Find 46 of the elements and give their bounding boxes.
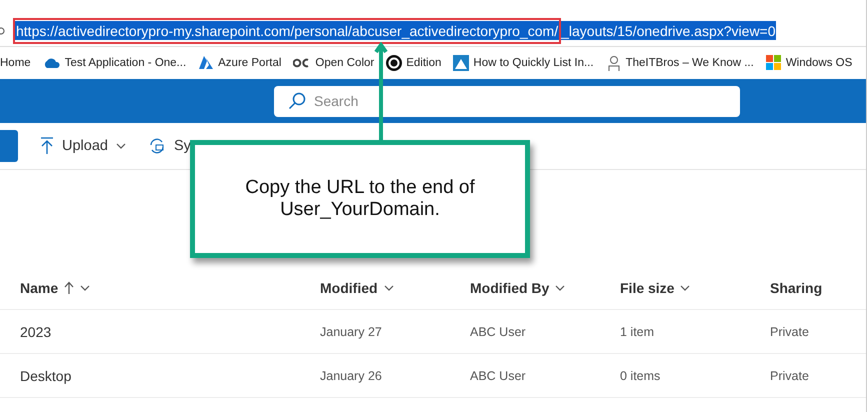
- windows-logo-icon: [766, 55, 782, 71]
- table-cell: Desktop: [20, 368, 72, 384]
- toolbar-button[interactable]: Upload: [40, 137, 126, 155]
- table-cell: ABC User: [470, 324, 526, 338]
- bookmark-link[interactable]: Test Application - One...: [64, 57, 186, 69]
- bookmark-link[interactable]: Open Color: [315, 57, 374, 69]
- triangle-logo-icon: [198, 56, 214, 70]
- sort-up-icon: [64, 280, 74, 294]
- url-text: https://activedirectorypro-my.sharepoint.com/personal/abcuser_activedirectorypro_com/ _layouts/15/onedrive.aspx?view=0: [13, 18, 776, 44]
- bookmark-link[interactable]: TheITBros – We Know ...: [626, 57, 754, 69]
- sync-icon: [148, 137, 166, 155]
- info-icon: [0, 27, 5, 35]
- callout-text: Copy the URL to the end of User_YourDomain.: [244, 177, 476, 221]
- column-header[interactable]: File size: [620, 280, 770, 296]
- table-cell: Private: [770, 368, 809, 382]
- bookmark-link[interactable]: Windows OS: [786, 57, 852, 69]
- search-icon: [288, 92, 306, 110]
- chevron-down-icon: [116, 143, 126, 149]
- bookmark-link[interactable]: Home: [0, 57, 31, 69]
- column-header[interactable]: Modified By: [470, 280, 620, 296]
- bookmark-link[interactable]: How to Quickly List In...: [473, 57, 594, 69]
- table-cell: January 27: [320, 324, 382, 338]
- ring-icon: [386, 55, 402, 71]
- bookmark-link[interactable]: Edition: [406, 57, 442, 69]
- new-button-edge[interactable]: [0, 130, 18, 162]
- chevron-down-icon: [680, 284, 690, 290]
- address-bar[interactable]: https://activedirectorypro-my.sharepoint.com/personal/abcuser_activedirectorypro_com/ _layouts/15/onedrive.aspx?view=0: [0, 16, 866, 47]
- column-header[interactable]: Sharing: [770, 280, 866, 296]
- upload-icon: [40, 137, 54, 155]
- chevron-down-icon: [384, 284, 394, 290]
- column-header[interactable]: Name: [20, 280, 320, 296]
- bookmark-page-icon: [453, 55, 470, 71]
- chevron-down-icon: [555, 284, 566, 290]
- column-header[interactable]: Modified: [320, 280, 470, 296]
- table-cell: 0 items: [620, 368, 660, 382]
- bookmark-link[interactable]: Azure Portal: [218, 57, 282, 69]
- chevron-down-icon: [80, 284, 90, 290]
- table-cell: Private: [770, 324, 809, 338]
- table-cell: 1 item: [620, 324, 654, 338]
- logo-icon: [293, 58, 312, 68]
- toolbar-button[interactable]: Sy: [148, 137, 191, 155]
- table-cell: 2023: [20, 324, 52, 340]
- table-cell: January 26: [320, 368, 382, 382]
- cloud-icon: [42, 57, 61, 69]
- table-cell: ABC User: [470, 368, 526, 382]
- figure-icon: [606, 55, 622, 71]
